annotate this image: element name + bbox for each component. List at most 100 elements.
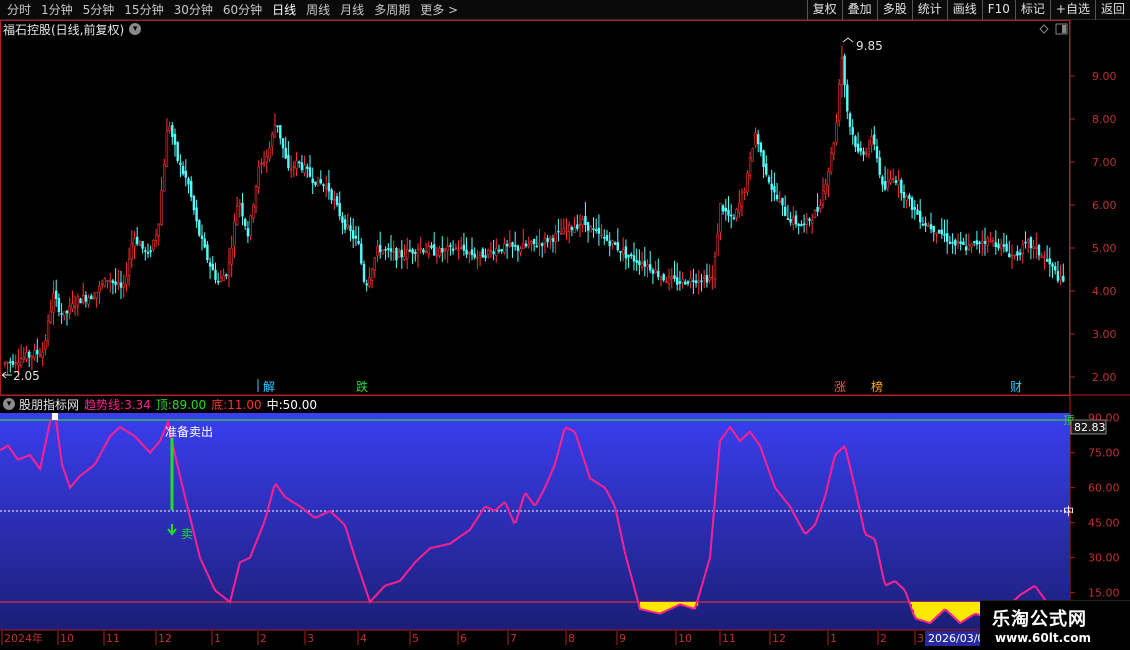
candle-down [327, 182, 331, 192]
price-tick-label: 4.00 [1092, 285, 1117, 298]
bottom-zone-bar [646, 602, 649, 611]
candle-down [786, 218, 790, 221]
price-tick-label: 2.00 [1092, 371, 1117, 384]
bottom-zone-bar [944, 602, 947, 610]
candle-down [1018, 252, 1022, 256]
candle-down [983, 241, 987, 244]
candle-down [284, 147, 287, 159]
candle-up [138, 244, 142, 247]
time-tick-label: 3 [917, 632, 924, 645]
candle-up [654, 269, 657, 274]
candle-down [924, 223, 927, 226]
time-tick-label: 2024年 [4, 631, 43, 645]
candle-up [832, 142, 836, 155]
candle-down [306, 166, 309, 169]
chevron-down-icon[interactable]: ▾ [129, 23, 142, 35]
candle-down [540, 243, 544, 247]
time-tick-label: 1 [830, 632, 837, 645]
bottom-zone-bar [968, 602, 971, 619]
candle-down [36, 349, 39, 355]
candle-down [300, 162, 304, 171]
candle-up [716, 233, 719, 256]
candle-up [554, 233, 557, 242]
time-tick-label: 3 [307, 632, 314, 645]
candle-up [454, 247, 457, 250]
candle-up [92, 297, 96, 300]
mid-number: 50.00 [282, 397, 317, 412]
candle-up [235, 205, 239, 226]
candle-down [217, 280, 220, 283]
candle-up [397, 251, 401, 258]
candle-up [970, 243, 973, 248]
candle-up [438, 248, 441, 257]
candle-down [360, 243, 363, 264]
candle-up [986, 237, 989, 246]
candle-down [648, 264, 652, 271]
candle-down [414, 251, 417, 254]
candle-up [567, 224, 571, 232]
candle-up [49, 310, 53, 323]
candle-down [9, 361, 12, 364]
candle-down [462, 244, 466, 251]
candle-down [532, 238, 536, 245]
bottom-zone-bar [652, 602, 655, 612]
candle-down [136, 236, 139, 245]
candle-down [511, 242, 514, 247]
candle-up [738, 202, 741, 213]
candle-up [3, 362, 7, 365]
candle-down [430, 245, 433, 248]
candle-down [281, 138, 285, 149]
bottom-zone-bar [952, 602, 955, 616]
candle-up [519, 248, 522, 253]
indicator-tick-label: 45.00 [1088, 517, 1120, 530]
candle-up [824, 183, 827, 194]
indicator-toggle-icon[interactable]: ▾ [3, 398, 15, 410]
candlestick-series[interactable] [3, 45, 1065, 378]
candle-up [478, 251, 482, 256]
time-tick-label: 12 [772, 632, 786, 645]
candle-up [109, 280, 112, 283]
candle-up [289, 168, 293, 171]
candle-up [889, 178, 892, 183]
bottom-zone-bar [948, 602, 951, 612]
candle-up [346, 224, 349, 228]
candle-up [19, 358, 23, 366]
candle-up [905, 195, 908, 201]
candle-up [746, 172, 749, 193]
candle-down [767, 176, 771, 183]
candle-down [192, 196, 196, 211]
candle-up [837, 84, 841, 122]
high-price-value: 9.85 [856, 39, 883, 53]
indicator-name[interactable]: 股朋指标网 [19, 396, 79, 413]
candle-up [1035, 246, 1038, 249]
trend-number: 3.34 [124, 397, 151, 412]
candle-down [756, 134, 760, 145]
candle-up [819, 205, 822, 209]
bottom-zone-bar [650, 602, 653, 612]
candle-up [257, 166, 260, 188]
candle-up [368, 277, 371, 287]
candle-down [349, 225, 352, 232]
candle-up [549, 237, 552, 240]
candle-down [341, 216, 344, 223]
candle-up [621, 249, 625, 255]
marker-rise: 涨 [834, 379, 846, 394]
candle-up [829, 152, 833, 173]
candle-down [470, 249, 474, 256]
bottom-zone-bar [964, 602, 967, 621]
candle-up [95, 291, 98, 299]
candle-down [959, 241, 962, 244]
candle-down [465, 249, 468, 255]
bottom-zone-bar [954, 602, 957, 618]
candle-up [82, 295, 85, 303]
candle-down [330, 189, 333, 201]
mid-value: 中:50.00 [267, 396, 317, 413]
candle-down [484, 255, 487, 258]
candle-up [538, 242, 541, 245]
candle-down [343, 219, 347, 230]
sell-label: 卖 [181, 527, 193, 541]
candle-down [319, 179, 322, 184]
candle-down [1002, 244, 1006, 247]
candle-down [802, 223, 806, 226]
candle-up [508, 243, 511, 247]
